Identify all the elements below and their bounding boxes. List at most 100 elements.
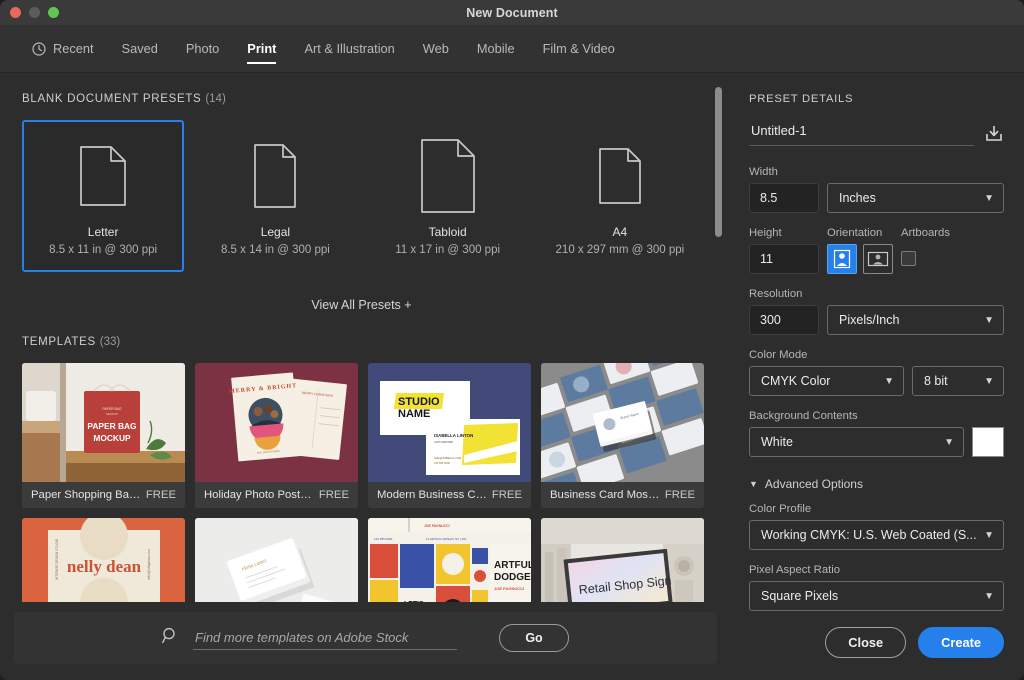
background-color-swatch[interactable] xyxy=(972,427,1004,457)
width-row: Inches ▼ xyxy=(749,183,1004,213)
pixel-aspect-ratio-label: Pixel Aspect Ratio xyxy=(749,564,1004,576)
artboards-checkbox[interactable] xyxy=(901,251,916,266)
vertical-scrollbar[interactable] xyxy=(715,87,722,237)
background-contents-select[interactable]: White ▼ xyxy=(749,427,964,457)
orientation-portrait-button[interactable] xyxy=(827,244,857,274)
stock-search-input[interactable] xyxy=(193,626,457,650)
preset-card-letter[interactable]: Letter 8.5 x 11 in @ 300 ppi xyxy=(22,120,184,272)
width-units-select[interactable]: Inches ▼ xyxy=(827,183,1004,213)
templates-grid: PAPER BAG MOCKUP PAPER BAG MOCKUP xyxy=(22,363,701,602)
document-name-row xyxy=(749,119,1004,146)
template-thumbnail: STUDIO NAME ISABELLA LINTON COPYWRITER h… xyxy=(368,363,531,482)
template-name: Holiday Photo Postc... xyxy=(204,489,314,501)
document-name-input[interactable] xyxy=(749,119,974,146)
svg-text:NAME: NAME xyxy=(398,408,430,420)
width-input[interactable] xyxy=(749,183,819,213)
color-profile-value: Working CMYK: U.S. Web Coated (S... xyxy=(761,528,977,542)
tab-recent[interactable]: Recent xyxy=(18,25,108,72)
tab-label: Recent xyxy=(53,41,94,56)
resolution-label: Resolution xyxy=(749,288,1004,300)
tab-label: Photo xyxy=(186,41,219,56)
resolution-units-select[interactable]: Pixels/Inch ▼ xyxy=(827,305,1004,335)
window-controls xyxy=(0,7,59,18)
template-card[interactable]: Brand Name Business Card Mosai... FREE xyxy=(541,363,704,508)
svg-text:123 555 0000: 123 555 0000 xyxy=(434,461,450,465)
svg-text:hello@ISABELLA.COM: hello@ISABELLA.COM xyxy=(434,456,461,460)
svg-text:ARTFUL: ARTFUL xyxy=(494,560,531,571)
resolution-units-value: Pixels/Inch xyxy=(839,313,899,327)
template-card[interactable]: elena carter elena xyxy=(195,518,358,602)
template-name: Modern Business Ca... xyxy=(377,489,487,501)
document-page-icon xyxy=(598,147,642,205)
orientation-label: Orientation xyxy=(827,227,893,239)
maximize-window-button[interactable] xyxy=(48,7,59,18)
artful-dodger-card-image: JOE PAGNUCCI 123 555 0000 12 ARTFUL MOSA… xyxy=(368,518,531,602)
template-thumbnail: Retail Shop Sign xyxy=(541,518,704,602)
height-orientation-row xyxy=(749,244,1004,274)
svg-text:STUDIO: STUDIO xyxy=(398,396,440,408)
tab-label: Print xyxy=(247,41,276,56)
template-card[interactable]: MERRY CHRISTMAS MERRY & BRIGHT xyxy=(195,363,358,508)
tab-label: Web xyxy=(423,41,449,56)
template-price: FREE xyxy=(492,489,522,501)
create-button[interactable]: Create xyxy=(918,627,1004,658)
template-card[interactable]: JOE PAGNUCCI 123 555 0000 12 ARTFUL MOSA… xyxy=(368,518,531,602)
advanced-options-label: Advanced Options xyxy=(765,477,863,491)
tab-film-video[interactable]: Film & Video xyxy=(529,25,629,72)
chevron-down-icon: ▼ xyxy=(884,376,894,387)
minimize-window-button[interactable] xyxy=(29,7,40,18)
orientation-landscape-button[interactable] xyxy=(863,244,893,274)
tab-print[interactable]: Print xyxy=(233,25,290,72)
template-name: Paper Shopping Bag... xyxy=(31,489,141,501)
document-icon-wrap xyxy=(196,126,354,225)
template-thumbnail: elena carter elena xyxy=(195,518,358,602)
pixel-aspect-ratio-select[interactable]: Square Pixels ▼ xyxy=(749,581,1004,611)
save-preset-icon[interactable] xyxy=(984,123,1004,143)
svg-text:PAPER BAG: PAPER BAG xyxy=(87,421,136,431)
tab-web[interactable]: Web xyxy=(409,25,463,72)
color-profile-row: Working CMYK: U.S. Web Coated (S... ▼ xyxy=(749,520,1004,550)
advanced-options-toggle[interactable]: ▼ Advanced Options xyxy=(749,477,1004,491)
svg-text:MOCKUP: MOCKUP xyxy=(106,412,118,416)
close-button[interactable]: Close xyxy=(825,627,906,658)
stock-search-go-button[interactable]: Go xyxy=(499,624,569,652)
tab-label: Film & Video xyxy=(543,41,615,56)
height-input[interactable] xyxy=(749,244,819,274)
preset-card-legal[interactable]: Legal 8.5 x 14 in @ 300 ppi xyxy=(194,120,356,272)
tab-label: Mobile xyxy=(477,41,515,56)
stock-search-bar: Go xyxy=(14,612,717,664)
width-units-value: Inches xyxy=(839,191,876,205)
template-card[interactable]: nelly dean INTERIOR DESIGN STUDIO hello@… xyxy=(22,518,185,602)
template-thumbnail: JOE PAGNUCCI 123 555 0000 12 ARTFUL MOSA… xyxy=(368,518,531,602)
holiday-photo-postcard-image: MERRY CHRISTMAS MERRY & BRIGHT xyxy=(195,363,358,482)
preset-name: Legal xyxy=(261,225,290,239)
left-content-pane: BLANK DOCUMENT PRESETS (14) Letter xyxy=(0,73,731,680)
document-icon-wrap xyxy=(24,126,182,225)
close-window-button[interactable] xyxy=(10,7,21,18)
svg-text:COPYWRITER: COPYWRITER xyxy=(434,440,453,444)
new-document-dialog: New Document Recent Saved Photo Print Ar… xyxy=(0,0,1024,680)
document-icon-wrap xyxy=(369,126,527,225)
view-all-presets-link[interactable]: View All Presets + xyxy=(22,298,701,312)
preset-card-a4[interactable]: A4 210 x 297 mm @ 300 ppi xyxy=(539,120,701,272)
tab-art-illustration[interactable]: Art & Illustration xyxy=(290,25,408,72)
template-name: Business Card Mosai... xyxy=(550,489,660,501)
color-profile-select[interactable]: Working CMYK: U.S. Web Coated (S... ▼ xyxy=(749,520,1004,550)
template-card[interactable]: STUDIO NAME ISABELLA LINTON COPYWRITER h… xyxy=(368,363,531,508)
preset-dimensions: 8.5 x 14 in @ 300 ppi xyxy=(221,244,330,256)
dialog-actions: Close Create xyxy=(749,627,1004,680)
preset-dimensions: 11 x 17 in @ 300 ppi xyxy=(395,244,500,256)
template-card[interactable]: Retail Shop Sign xyxy=(541,518,704,602)
tab-photo[interactable]: Photo xyxy=(172,25,233,72)
bit-depth-select[interactable]: 8 bit ▼ xyxy=(912,366,1004,396)
tab-mobile[interactable]: Mobile xyxy=(463,25,529,72)
color-mode-select[interactable]: CMYK Color ▼ xyxy=(749,366,904,396)
tab-saved[interactable]: Saved xyxy=(108,25,172,72)
preset-card-tabloid[interactable]: Tabloid 11 x 17 in @ 300 ppi xyxy=(367,120,529,272)
preset-name: A4 xyxy=(613,225,628,239)
resolution-input[interactable] xyxy=(749,305,819,335)
title-bar: New Document xyxy=(0,0,1024,25)
template-thumbnail: MERRY CHRISTMAS MERRY & BRIGHT xyxy=(195,363,358,482)
template-card[interactable]: PAPER BAG MOCKUP PAPER BAG MOCKUP xyxy=(22,363,185,508)
portrait-icon xyxy=(833,249,851,269)
